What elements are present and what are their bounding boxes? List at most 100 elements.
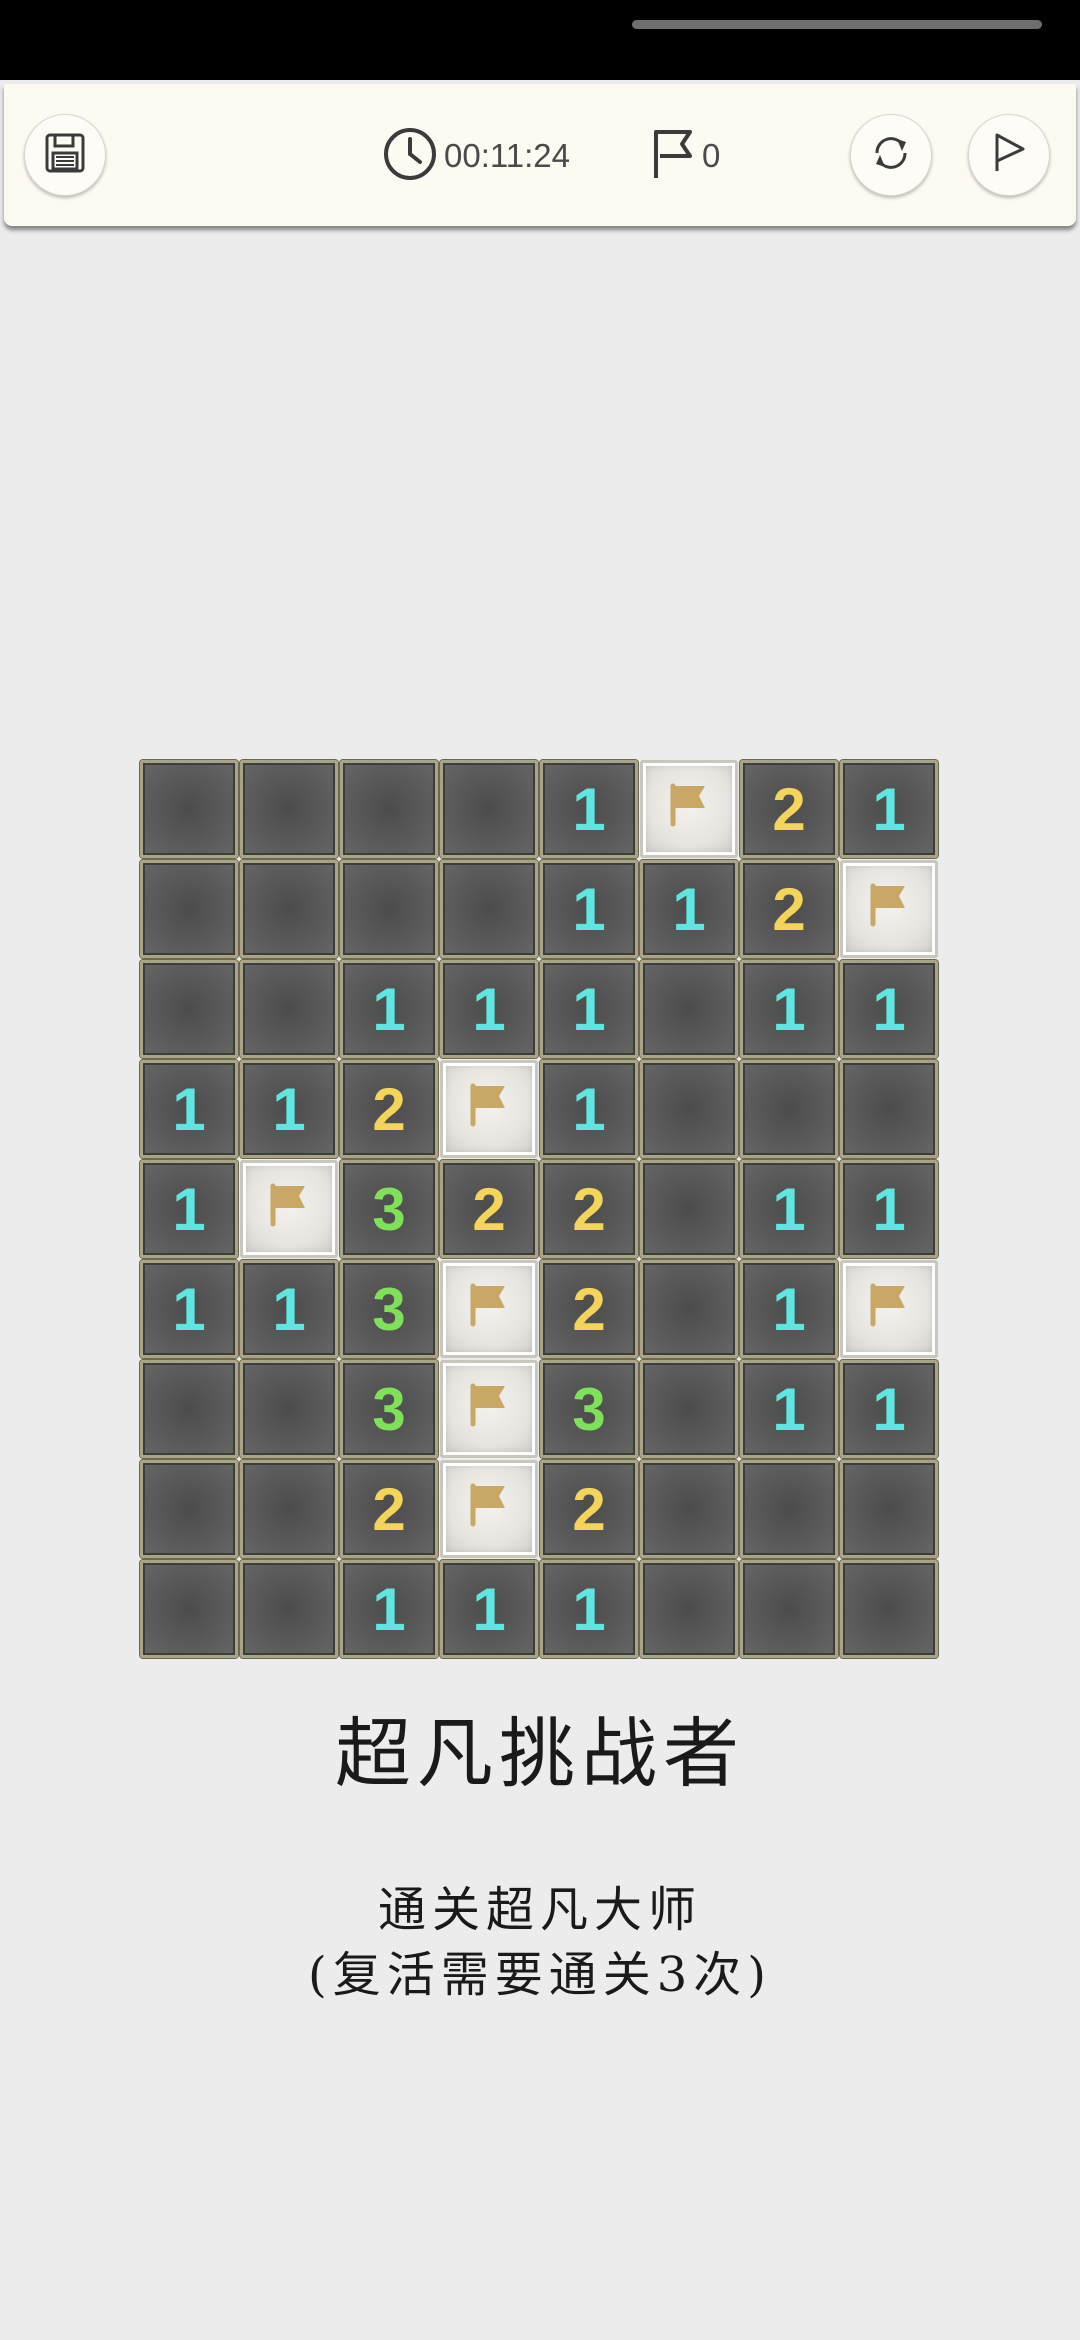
flagged-cell[interactable] — [840, 860, 938, 958]
cell-number: 1 — [172, 1075, 206, 1143]
number-cell[interactable]: 1 — [140, 1060, 238, 1158]
flag-mode-icon — [987, 131, 1031, 179]
empty-cell[interactable] — [640, 1160, 738, 1258]
flag-icon — [463, 1375, 515, 1444]
empty-cell[interactable] — [640, 960, 738, 1058]
empty-cell[interactable] — [140, 860, 238, 958]
empty-cell[interactable] — [240, 1560, 338, 1658]
cell-number: 1 — [772, 1175, 806, 1243]
empty-cell[interactable] — [340, 860, 438, 958]
empty-cell[interactable] — [240, 1460, 338, 1558]
clock-icon — [382, 126, 438, 186]
number-cell[interactable]: 3 — [340, 1260, 438, 1358]
cell-number: 2 — [572, 1175, 606, 1243]
number-cell[interactable]: 1 — [540, 860, 638, 958]
number-cell[interactable]: 1 — [740, 960, 838, 1058]
number-cell[interactable]: 1 — [140, 1160, 238, 1258]
empty-cell[interactable] — [640, 1360, 738, 1458]
number-cell[interactable]: 1 — [640, 860, 738, 958]
cell-number: 1 — [172, 1175, 206, 1243]
number-cell[interactable]: 2 — [440, 1160, 538, 1258]
empty-cell[interactable] — [640, 1560, 738, 1658]
flagged-cell[interactable] — [440, 1360, 538, 1458]
number-cell[interactable]: 1 — [240, 1260, 338, 1358]
toolbar: 00:11:24 0 — [4, 84, 1076, 226]
cell-number: 2 — [372, 1475, 406, 1543]
empty-cell[interactable] — [740, 1560, 838, 1658]
empty-cell[interactable] — [440, 760, 538, 858]
cell-number: 1 — [372, 1575, 406, 1643]
cell-number: 1 — [872, 975, 906, 1043]
number-cell[interactable]: 1 — [840, 1160, 938, 1258]
number-cell[interactable]: 2 — [340, 1060, 438, 1158]
restart-button[interactable] — [850, 114, 932, 196]
number-cell[interactable]: 3 — [340, 1360, 438, 1458]
empty-cell[interactable] — [240, 860, 338, 958]
number-cell[interactable]: 1 — [740, 1160, 838, 1258]
cell-number: 2 — [472, 1175, 506, 1243]
empty-cell[interactable] — [840, 1560, 938, 1658]
flagged-cell[interactable] — [640, 760, 738, 858]
cell-number: 3 — [372, 1375, 406, 1443]
empty-cell[interactable] — [640, 1060, 738, 1158]
empty-cell[interactable] — [740, 1460, 838, 1558]
level-revive-note: (复活需要通关3次) — [308, 1947, 772, 2003]
cell-number: 2 — [572, 1275, 606, 1343]
cell-number: 1 — [772, 1275, 806, 1343]
empty-cell[interactable] — [240, 760, 338, 858]
empty-cell[interactable] — [640, 1260, 738, 1358]
number-cell[interactable]: 1 — [540, 760, 638, 858]
flagged-cell[interactable] — [440, 1460, 538, 1558]
empty-cell[interactable] — [140, 1460, 238, 1558]
empty-cell[interactable] — [640, 1460, 738, 1558]
flagged-cell[interactable] — [840, 1260, 938, 1358]
number-cell[interactable]: 1 — [540, 960, 638, 1058]
number-cell[interactable]: 1 — [540, 1560, 638, 1658]
flag-icon — [463, 1075, 515, 1144]
empty-cell[interactable] — [140, 1560, 238, 1658]
cell-number: 1 — [472, 975, 506, 1043]
number-cell[interactable]: 2 — [740, 760, 838, 858]
number-cell[interactable]: 1 — [440, 960, 538, 1058]
empty-cell[interactable] — [840, 1460, 938, 1558]
number-cell[interactable]: 1 — [340, 1560, 438, 1658]
number-cell[interactable]: 2 — [340, 1460, 438, 1558]
number-cell[interactable]: 1 — [340, 960, 438, 1058]
flagged-cell[interactable] — [440, 1260, 538, 1358]
number-cell[interactable]: 1 — [740, 1360, 838, 1458]
number-cell[interactable]: 1 — [840, 1360, 938, 1458]
number-cell[interactable]: 2 — [540, 1460, 638, 1558]
number-cell[interactable]: 2 — [540, 1260, 638, 1358]
empty-cell[interactable] — [140, 1360, 238, 1458]
number-cell[interactable]: 2 — [740, 860, 838, 958]
number-cell[interactable]: 2 — [540, 1160, 638, 1258]
empty-cell[interactable] — [140, 760, 238, 858]
flagged-cell[interactable] — [440, 1060, 538, 1158]
save-button[interactable] — [24, 114, 106, 196]
number-cell[interactable]: 1 — [240, 1060, 338, 1158]
number-cell[interactable]: 1 — [840, 960, 938, 1058]
empty-cell[interactable] — [440, 860, 538, 958]
flag-count-value: 0 — [702, 137, 721, 174]
empty-cell[interactable] — [140, 960, 238, 1058]
cell-number: 1 — [472, 1575, 506, 1643]
cell-number: 1 — [572, 1575, 606, 1643]
number-cell[interactable]: 3 — [540, 1360, 638, 1458]
cell-number: 1 — [872, 1175, 906, 1243]
flag-icon — [263, 1175, 315, 1244]
empty-cell[interactable] — [740, 1060, 838, 1158]
number-cell[interactable]: 1 — [540, 1060, 638, 1158]
number-cell[interactable]: 1 — [140, 1260, 238, 1358]
cell-number: 1 — [272, 1075, 306, 1143]
flag-mode-button[interactable] — [968, 114, 1050, 196]
flagged-cell[interactable] — [240, 1160, 338, 1258]
number-cell[interactable]: 1 — [840, 760, 938, 858]
number-cell[interactable]: 3 — [340, 1160, 438, 1258]
number-cell[interactable]: 1 — [440, 1560, 538, 1658]
empty-cell[interactable] — [340, 760, 438, 858]
number-cell[interactable]: 1 — [740, 1260, 838, 1358]
empty-cell[interactable] — [840, 1060, 938, 1158]
cell-number: 1 — [372, 975, 406, 1043]
empty-cell[interactable] — [240, 1360, 338, 1458]
empty-cell[interactable] — [240, 960, 338, 1058]
